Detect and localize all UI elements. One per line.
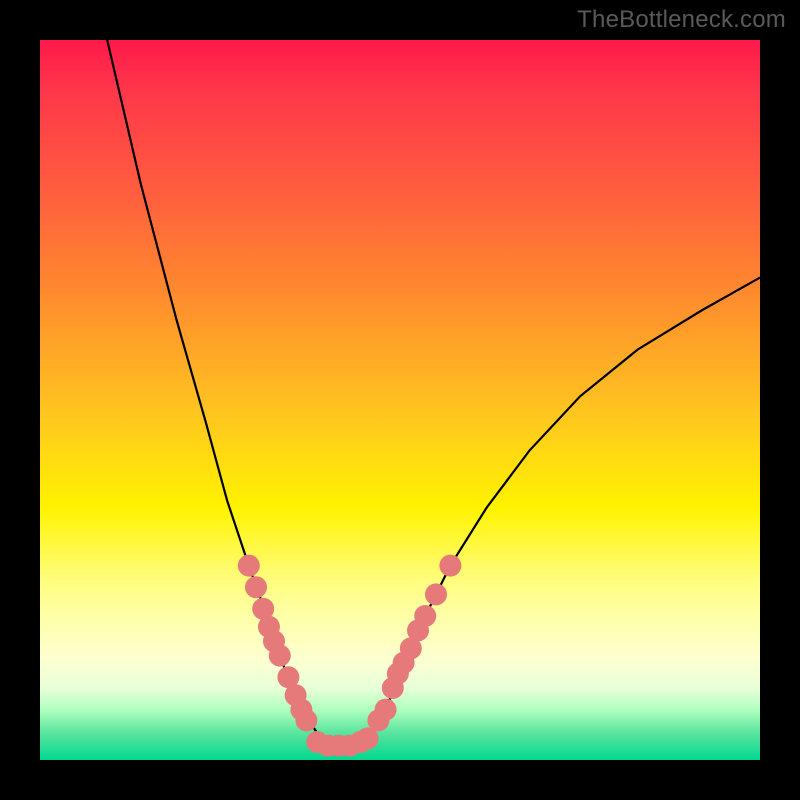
chart-container: TheBottleneck.com bbox=[0, 0, 800, 800]
watermark-text: TheBottleneck.com bbox=[577, 6, 786, 34]
marker-dot bbox=[245, 576, 267, 598]
bottleneck-curve bbox=[40, 0, 760, 746]
marker-dot bbox=[414, 605, 436, 627]
marker-dot bbox=[349, 731, 371, 753]
chart-svg bbox=[40, 40, 760, 760]
marker-dot bbox=[238, 555, 260, 577]
marker-dot bbox=[375, 699, 397, 721]
curve-group bbox=[40, 0, 760, 746]
markers-group bbox=[238, 555, 462, 757]
marker-dot bbox=[439, 555, 461, 577]
marker-dot bbox=[295, 709, 317, 731]
marker-dot bbox=[269, 645, 291, 667]
plot-area bbox=[40, 40, 760, 760]
marker-dot bbox=[425, 583, 447, 605]
